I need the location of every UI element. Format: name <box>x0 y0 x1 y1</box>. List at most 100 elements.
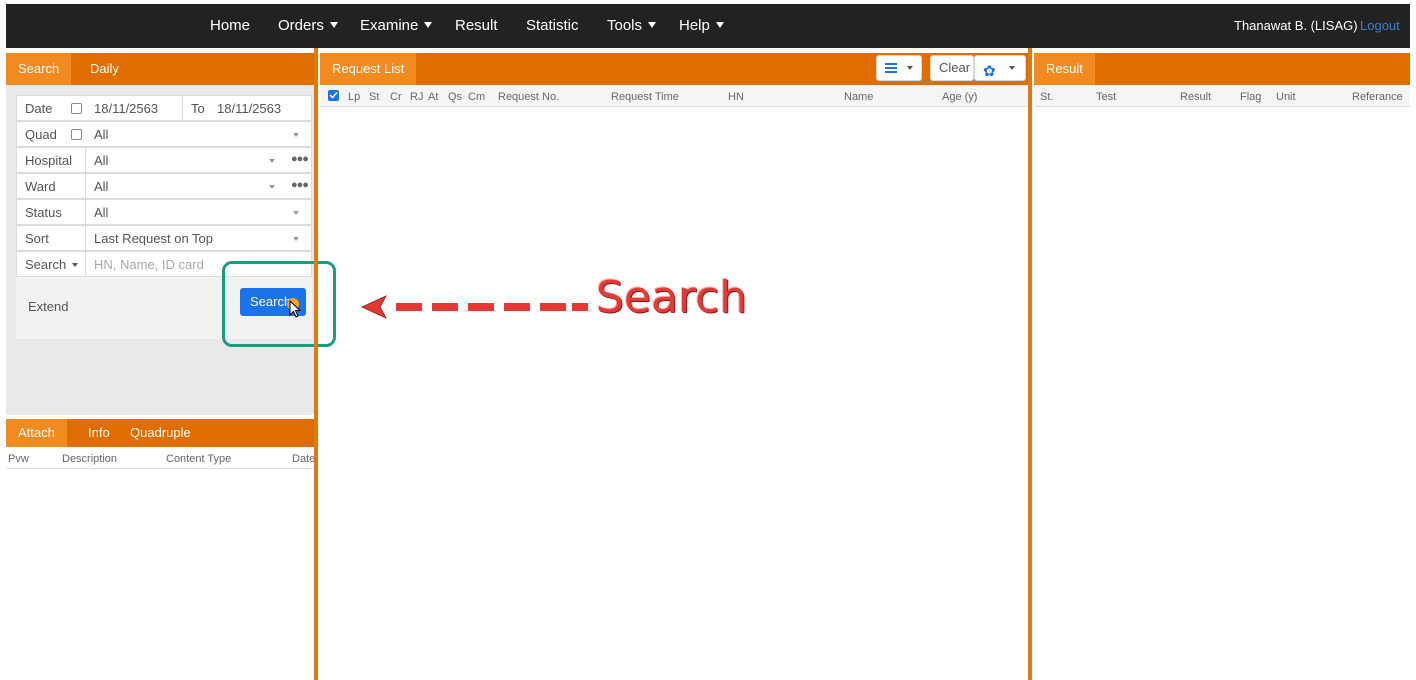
quad-select[interactable]: All <box>94 127 108 142</box>
hospital-select[interactable]: All <box>94 153 108 168</box>
date-from-input[interactable]: 18/11/2563 <box>94 101 158 116</box>
col-name[interactable]: Name <box>844 91 873 103</box>
col-hn[interactable]: HN <box>728 91 744 103</box>
tab-search[interactable]: Search <box>6 53 72 85</box>
sort-row: Sort Last Request on Top <box>16 225 312 251</box>
chevron-down-icon <box>715 22 724 28</box>
chevron-down-icon <box>293 211 299 215</box>
tab-request-list[interactable]: Request List <box>320 53 417 85</box>
col-date[interactable]: Date <box>292 453 315 465</box>
more-icon[interactable]: ●●● <box>291 153 309 165</box>
quad-label: Quad <box>25 127 57 142</box>
nav-tools[interactable]: Tools <box>607 17 657 34</box>
nav-statistic[interactable]: Statistic <box>526 17 579 34</box>
divider <box>85 200 86 224</box>
main-menu: Home Orders Examine Result Statistic Too… <box>6 4 906 48</box>
chevron-down-icon <box>293 133 299 137</box>
col-description[interactable]: Description <box>62 453 117 465</box>
view-menu-button[interactable] <box>876 55 922 81</box>
col-lp[interactable]: Lp <box>348 91 360 103</box>
chevron-down-icon <box>72 263 79 267</box>
request-table-header: Lp St Cr RJ At Qs Cm Request No. Request… <box>320 85 1028 107</box>
extend-label[interactable]: Extend <box>28 299 68 314</box>
bottom-tabbar: Attach Info Quadruple <box>6 419 314 447</box>
status-label: Status <box>25 205 62 220</box>
date-row: Date 18/11/2563 To 18/11/2563 <box>16 95 312 121</box>
col-status[interactable]: St. <box>1040 91 1053 103</box>
sort-select[interactable]: Last Request on Top <box>94 231 213 246</box>
search-type-label: Search <box>25 257 67 272</box>
tab-result[interactable]: Result <box>1034 53 1095 85</box>
col-referance[interactable]: Referance <box>1352 91 1403 103</box>
top-navbar: Home Orders Examine Result Statistic Too… <box>6 4 1410 48</box>
divider <box>182 96 183 120</box>
col-request-time[interactable]: Request Time <box>611 91 679 103</box>
tab-info[interactable]: Info <box>76 419 122 447</box>
col-result[interactable]: Result <box>1180 91 1211 103</box>
col-test[interactable]: Test <box>1096 91 1116 103</box>
tab-daily[interactable]: Daily <box>78 53 131 85</box>
tab-quadruple[interactable]: Quadruple <box>118 419 203 447</box>
sort-label: Sort <box>25 231 49 246</box>
chevron-down-icon <box>648 22 657 28</box>
search-input[interactable]: HN, Name, ID card <box>94 257 204 272</box>
nav-examine-label: Examine <box>360 17 419 34</box>
col-st[interactable]: St <box>369 91 379 103</box>
quad-row: Quad All <box>16 121 312 147</box>
nav-help-label: Help <box>679 17 710 34</box>
col-age[interactable]: Age (y) <box>942 91 977 103</box>
status-row: Status All <box>16 199 312 225</box>
check-icon <box>329 91 338 99</box>
col-cr[interactable]: Cr <box>390 91 402 103</box>
user-name: Thanawat B. (LISAG) <box>1234 18 1358 33</box>
divider <box>85 226 86 250</box>
col-qs[interactable]: Qs <box>448 91 462 103</box>
panel-divider[interactable] <box>1028 48 1032 680</box>
logout-link[interactable]: Logout <box>1360 18 1400 33</box>
nav-home[interactable]: Home <box>210 17 250 34</box>
search-type-dropdown[interactable]: Search <box>25 257 79 272</box>
quad-checkbox[interactable] <box>71 129 82 140</box>
col-cm[interactable]: Cm <box>468 91 485 103</box>
col-request-no[interactable]: Request No. <box>498 91 559 103</box>
nav-orders[interactable]: Orders <box>278 17 338 34</box>
hospital-row: Hospital All ●●● <box>16 147 312 173</box>
clear-button[interactable]: Clear <box>930 55 974 81</box>
chevron-down-icon <box>907 66 913 70</box>
gear-icon: ✿ <box>983 63 996 80</box>
nav-result[interactable]: Result <box>455 17 498 34</box>
divider <box>85 252 86 276</box>
highlight-frame <box>222 261 336 347</box>
date-checkbox[interactable] <box>71 103 82 114</box>
col-unit[interactable]: Unit <box>1276 91 1296 103</box>
result-tabbar: Result <box>1034 53 1410 85</box>
ward-label: Ward <box>25 179 56 194</box>
date-label: Date <box>25 101 53 116</box>
tab-attach[interactable]: Attach <box>6 419 67 447</box>
annotation-label: Search <box>596 272 748 323</box>
settings-menu-button[interactable]: ✿ <box>974 55 1026 81</box>
result-table-header: St. Test Result Flag Unit Referance <box>1034 85 1410 107</box>
to-label: To <box>191 101 205 116</box>
date-to-input[interactable]: 18/11/2563 <box>217 101 281 116</box>
divider <box>85 148 86 172</box>
chevron-down-icon <box>269 185 275 189</box>
menu-icon <box>885 63 897 65</box>
nav-examine[interactable]: Examine <box>360 17 433 34</box>
more-icon[interactable]: ●●● <box>291 179 309 191</box>
chevron-down-icon <box>424 22 433 28</box>
status-select[interactable]: All <box>94 205 108 220</box>
ward-select[interactable]: All <box>94 179 108 194</box>
col-at[interactable]: At <box>428 91 438 103</box>
col-pvw[interactable]: Pvw <box>8 453 29 465</box>
col-rj[interactable]: RJ <box>410 91 423 103</box>
nav-tools-label: Tools <box>607 17 643 34</box>
panel-divider[interactable] <box>314 48 318 680</box>
chevron-down-icon <box>1009 66 1015 70</box>
nav-orders-label: Orders <box>278 17 324 34</box>
col-flag[interactable]: Flag <box>1240 91 1261 103</box>
chevron-down-icon <box>269 159 275 163</box>
search-panel: Date 18/11/2563 To 18/11/2563 Quad All H… <box>6 85 314 415</box>
nav-help[interactable]: Help <box>679 17 724 34</box>
col-content-type[interactable]: Content Type <box>166 453 231 465</box>
